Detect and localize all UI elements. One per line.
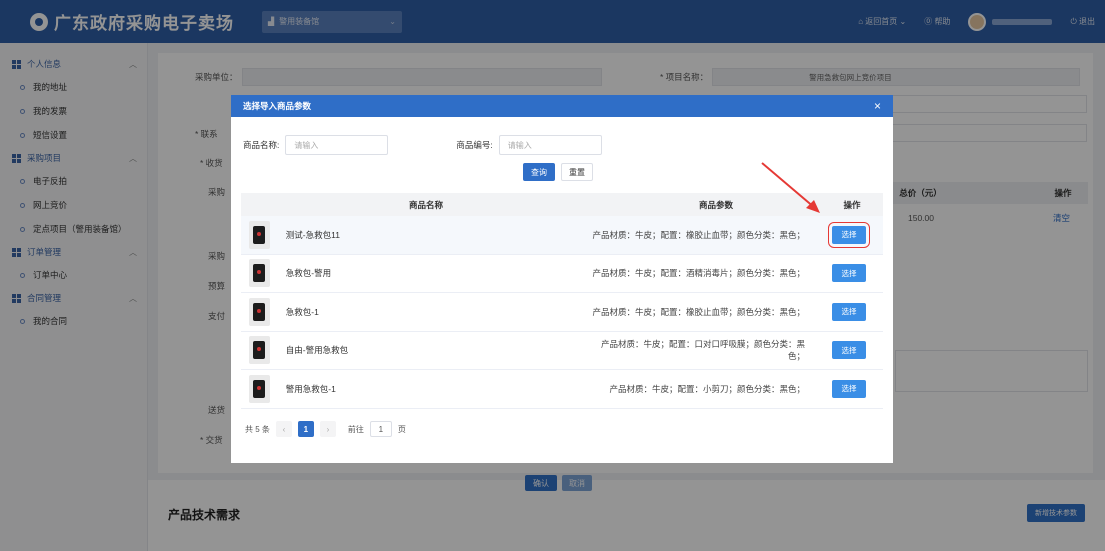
- dialog-header: 选择导入商品参数 ×: [231, 95, 893, 117]
- product-name: 急救包-警用: [285, 268, 332, 279]
- product-params: 产品材质：牛皮；配置：橡胶止血带；颜色分类：黑色；: [592, 306, 806, 317]
- product-name: 测试-急救包11: [285, 229, 340, 240]
- product-thumbnail: [249, 220, 270, 249]
- page-unit-label: 页: [397, 424, 406, 434]
- select-button[interactable]: 选择: [832, 379, 866, 398]
- product-thumbnail: [249, 297, 270, 326]
- product-table: 商品名称 商品参数 操作 测试-急救包11 产品材质：牛皮；配置：橡胶止血带；颜…: [241, 193, 883, 409]
- product-name-input[interactable]: 请输入: [285, 135, 389, 155]
- product-thumbnail: [249, 259, 270, 288]
- total-count: 共 5 条: [245, 424, 270, 434]
- product-params: 产品材质：牛皮；配置：口对口呼吸膜；颜色分类：黑色；: [601, 339, 806, 362]
- search-form: 商品名称: 请输入 商品编号: 请输入: [243, 135, 602, 155]
- table-row: 警用急救包-1 产品材质：牛皮；配置：小剪刀；颜色分类：黑色； 选择: [241, 370, 883, 409]
- select-button[interactable]: 选择: [832, 302, 866, 321]
- query-button[interactable]: 查询: [523, 163, 555, 181]
- close-icon[interactable]: ×: [874, 99, 881, 113]
- product-params: 产品材质：牛皮；配置：小剪刀；颜色分类：黑色；: [609, 383, 806, 394]
- prev-page-icon[interactable]: ‹: [275, 421, 292, 437]
- product-params: 产品材质：牛皮；配置：橡胶止血带；颜色分类：黑色；: [592, 229, 806, 240]
- table-row: 急救包-1 产品材质：牛皮；配置：橡胶止血带；颜色分类：黑色； 选择: [241, 293, 883, 332]
- select-button[interactable]: 选择: [828, 221, 870, 248]
- product-name: 警用急救包-1: [285, 383, 336, 394]
- select-button[interactable]: 选择: [832, 341, 866, 360]
- product-name: 自由-警用急救包: [285, 345, 349, 356]
- col-header-name: 商品名称: [408, 199, 443, 210]
- goto-page-input[interactable]: 1: [369, 421, 392, 437]
- reset-button[interactable]: 重置: [561, 163, 593, 181]
- next-page-icon[interactable]: ›: [319, 421, 336, 437]
- product-code-label: 商品编号:: [456, 140, 493, 150]
- product-code-input[interactable]: 请输入: [498, 135, 602, 155]
- table-row: 测试-急救包11 产品材质：牛皮；配置：橡胶止血带；颜色分类：黑色； 选择: [241, 216, 883, 255]
- annotation-arrow-icon: [761, 162, 820, 213]
- col-header-op: 操作: [843, 199, 861, 210]
- select-button[interactable]: 选择: [832, 264, 866, 283]
- table-row: 自由-警用急救包 产品材质：牛皮；配置：口对口呼吸膜；颜色分类：黑色； 选择: [241, 332, 883, 370]
- pagination: 共 5 条 ‹ 1 › 前往 1 页: [245, 421, 406, 437]
- product-thumbnail: [249, 336, 270, 365]
- product-name: 急救包-1: [285, 306, 319, 317]
- product-name-label: 商品名称:: [243, 140, 280, 150]
- product-params: 产品材质：牛皮；配置：酒精消毒片；颜色分类：黑色；: [592, 268, 806, 279]
- goto-label: 前往: [347, 424, 364, 434]
- import-params-dialog: 选择导入商品参数 × 商品名称: 请输入 商品编号: 请输入 查询 重置 商品名…: [231, 95, 893, 463]
- product-thumbnail: [249, 374, 270, 403]
- page-number-current[interactable]: 1: [297, 421, 314, 437]
- table-row: 急救包-警用 产品材质：牛皮；配置：酒精消毒片；颜色分类：黑色； 选择: [241, 255, 883, 293]
- dialog-title: 选择导入商品参数: [243, 101, 312, 111]
